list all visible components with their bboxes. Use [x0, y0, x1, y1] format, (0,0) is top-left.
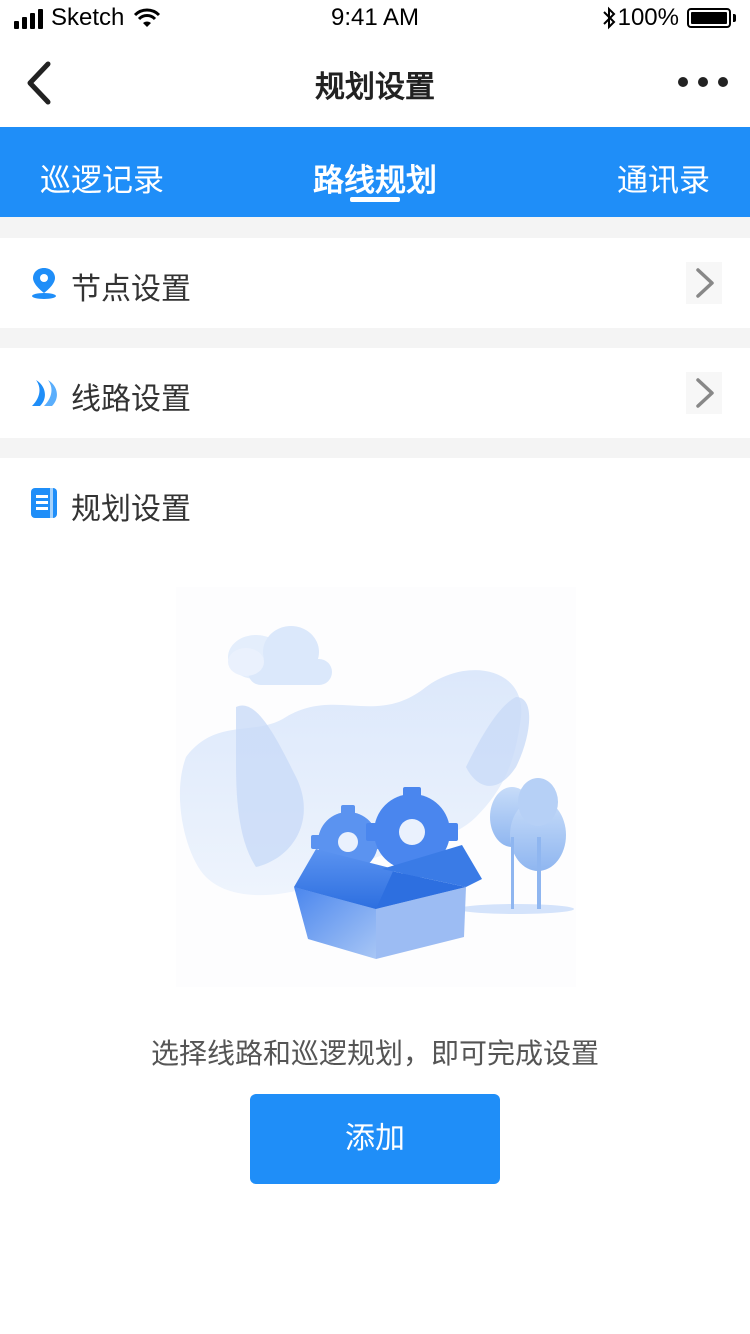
more-dot-icon — [698, 77, 708, 87]
more-button[interactable] — [678, 70, 728, 94]
location-pin-icon — [32, 268, 56, 299]
route-settings-label: 线路设置 — [71, 382, 191, 417]
battery-percentage: 100% — [617, 4, 679, 31]
status-right: 100% — [602, 4, 736, 32]
chevron-right-icon — [686, 262, 722, 304]
planning-settings-label: 规划设置 — [71, 492, 191, 527]
empty-state-message: 选择线路和巡逻规划，即可完成设置 — [150, 1037, 599, 1070]
node-settings-label: 节点设置 — [71, 272, 191, 307]
route-settings-row[interactable]: 线路设置 — [0, 348, 750, 438]
document-icon — [31, 488, 57, 518]
more-dot-icon — [678, 77, 688, 87]
section-divider — [0, 328, 750, 348]
tab-bar: 巡逻记录 路线规划 通讯录 — [0, 127, 750, 217]
bluetooth-icon — [602, 6, 616, 30]
more-dot-icon — [718, 77, 728, 87]
route-icon — [32, 380, 57, 406]
page-title: 规划设置 — [315, 70, 435, 105]
section-divider — [0, 217, 750, 238]
status-bar: Sketch 9:41 AM 100% — [0, 0, 750, 40]
section-divider — [0, 438, 750, 458]
battery-icon — [687, 8, 731, 28]
add-button[interactable]: 添加 — [250, 1094, 500, 1184]
planning-settings-header: 规划设置 — [0, 458, 750, 548]
battery-cap — [733, 14, 736, 22]
tab-contacts[interactable]: 通讯录 — [617, 155, 710, 200]
empty-state-illustration — [176, 587, 576, 987]
node-settings-row[interactable]: 节点设置 — [0, 238, 750, 328]
navigation-bar: 规划设置 — [0, 40, 750, 127]
chevron-right-icon — [686, 372, 722, 414]
active-tab-indicator — [350, 197, 400, 202]
